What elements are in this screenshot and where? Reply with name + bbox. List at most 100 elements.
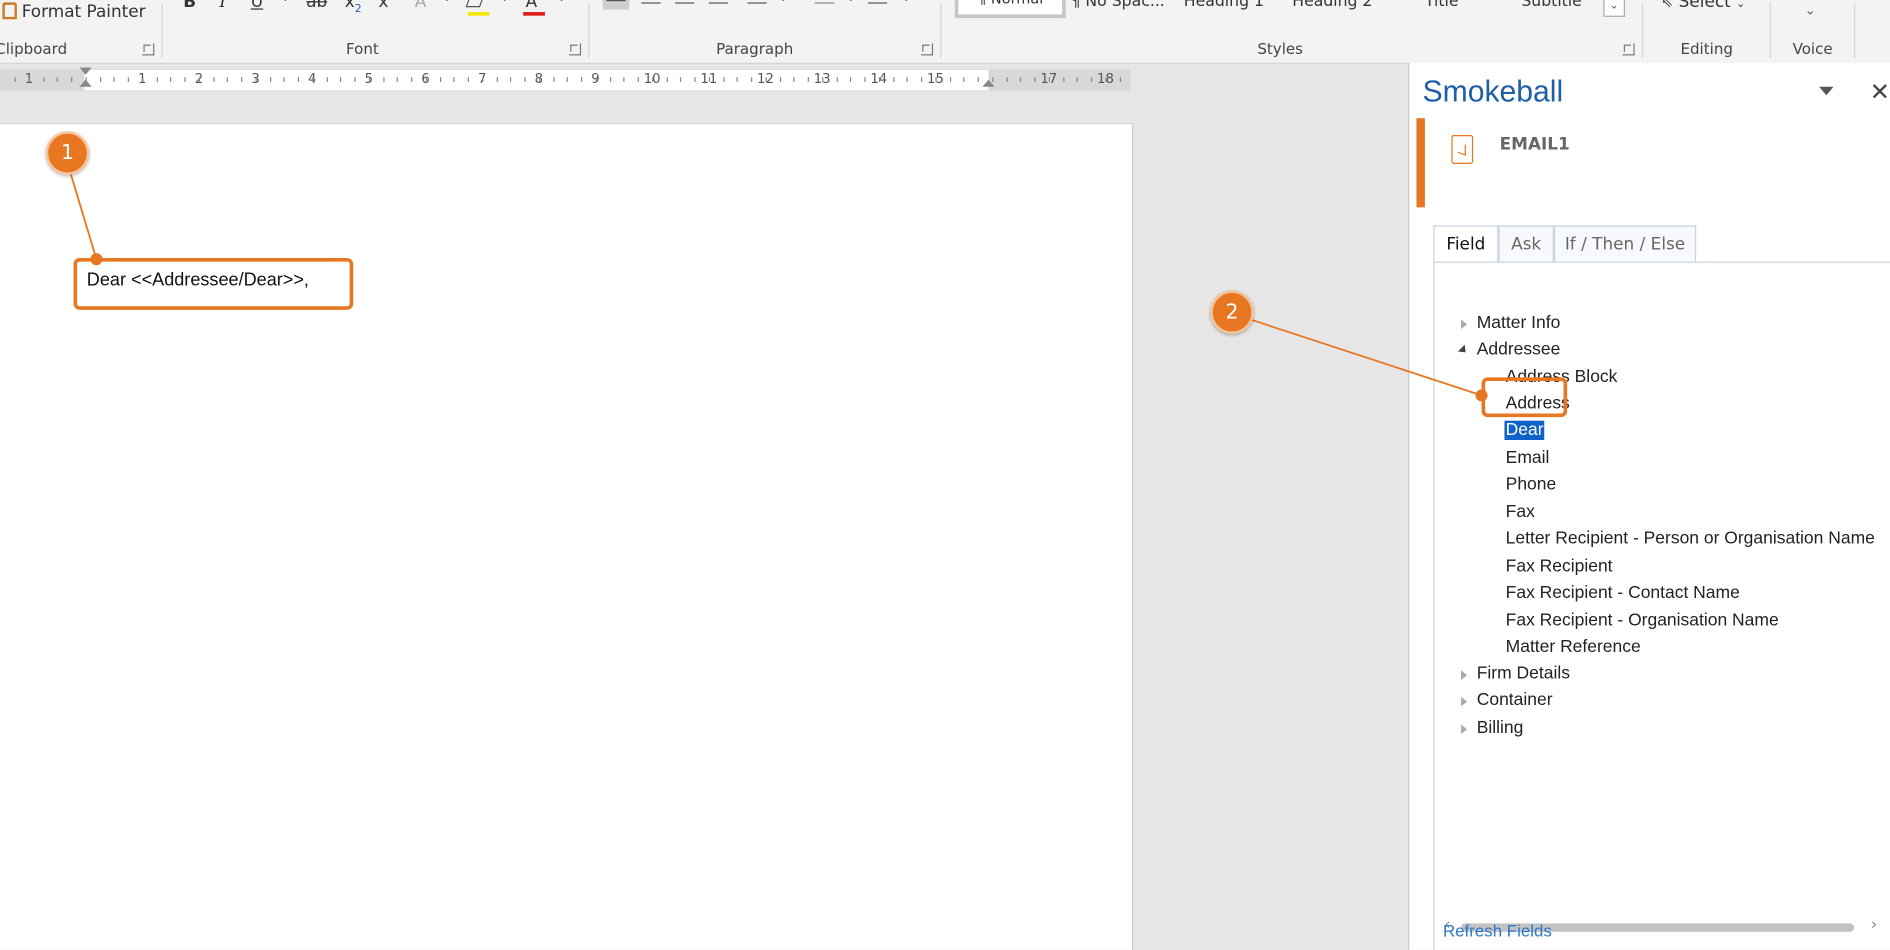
strikethrough-button[interactable]: ab xyxy=(306,0,327,12)
ruler-tick xyxy=(765,77,767,82)
align-left-button[interactable] xyxy=(602,0,630,10)
font-group-label: Font xyxy=(345,39,379,58)
ruler-tick xyxy=(184,77,186,82)
justify-button[interactable] xyxy=(708,0,729,10)
tree-item-matter-reference[interactable]: Matter Reference xyxy=(1506,638,1641,657)
callout-1-badge: 1 xyxy=(45,131,90,175)
pane-title: Smokeball xyxy=(1422,74,1564,109)
highlight-button[interactable] xyxy=(465,0,490,12)
right-indent-marker[interactable] xyxy=(982,79,995,87)
document-page[interactable] xyxy=(0,122,1134,950)
tree-item-email[interactable]: Email xyxy=(1506,448,1550,467)
ruler-tick xyxy=(1105,77,1107,82)
group-divider xyxy=(588,2,590,58)
expand-triangle-icon[interactable] xyxy=(1461,319,1468,330)
hanging-indent-marker[interactable] xyxy=(79,79,92,87)
text-effects-chevron-icon[interactable]: ⌄ xyxy=(442,0,451,5)
font-color-chevron-icon[interactable]: ⌄ xyxy=(557,0,566,5)
shading-chevron-icon[interactable]: ⌄ xyxy=(846,0,855,5)
ruler-tick xyxy=(56,77,59,82)
expand-triangle-icon[interactable] xyxy=(1461,696,1468,707)
ruler-tick xyxy=(326,77,328,82)
paragraph-group-label: Paragraph xyxy=(716,39,794,58)
tree-item-billing[interactable]: Billing xyxy=(1477,718,1524,737)
scroll-right-chevron-icon[interactable]: › xyxy=(1871,916,1877,934)
select-button[interactable]: ⇖ Select ⌄ xyxy=(1661,0,1745,12)
italic-button[interactable]: I xyxy=(219,0,226,12)
line-spacing-button[interactable] xyxy=(747,0,767,10)
pane-options-chevron-icon[interactable] xyxy=(1819,86,1834,96)
style-title[interactable]: Title xyxy=(1425,0,1459,14)
tree-item-matter-info[interactable]: Matter Info xyxy=(1477,313,1561,332)
ruler-tick xyxy=(481,77,484,82)
tree-item-fax-recipient-contact[interactable]: Fax Recipient - Contact Name xyxy=(1506,583,1740,602)
close-icon[interactable]: ✕ xyxy=(1870,77,1890,106)
ruler-tick xyxy=(467,77,469,82)
horizontal-ruler[interactable]: 11234567891011121314151718 xyxy=(0,67,1131,92)
style-subtitle[interactable]: Subtitle xyxy=(1521,0,1581,14)
align-right-button[interactable] xyxy=(675,0,695,10)
borders-chevron-icon[interactable]: ⌄ xyxy=(902,0,911,5)
shading-button[interactable] xyxy=(814,0,835,10)
tree-item-firm-details[interactable]: Firm Details xyxy=(1477,664,1570,683)
expand-triangle-icon[interactable] xyxy=(1461,670,1468,680)
style-normal[interactable]: ¶ Normal xyxy=(954,0,1066,19)
tree-item-fax-recipient[interactable]: Fax Recipient xyxy=(1506,557,1613,576)
tree-item-letter-recipient[interactable]: Letter Recipient - Person or Organisatio… xyxy=(1506,529,1875,548)
refresh-fields-link[interactable]: Refresh Fields xyxy=(1443,921,1552,940)
tab-ask[interactable]: Ask xyxy=(1498,225,1554,262)
borders-button[interactable] xyxy=(867,0,888,10)
tab-field[interactable]: Field xyxy=(1433,225,1499,262)
style-heading-2[interactable]: Heading 2 xyxy=(1292,0,1372,14)
style-no-spacing[interactable]: ¶ No Spac... xyxy=(1070,0,1164,14)
ruler-tick xyxy=(538,77,540,82)
ruler-tick xyxy=(453,77,455,82)
tree-item-phone[interactable]: Phone xyxy=(1506,475,1557,494)
subscript-button[interactable]: x2 xyxy=(345,0,362,15)
ruler-tick xyxy=(680,77,682,82)
select-chevron-icon: ⌄ xyxy=(1736,0,1746,11)
tab-if-then-else[interactable]: If / Then / Else xyxy=(1553,225,1697,262)
paragraph-dialog-launcher-icon[interactable] xyxy=(921,43,934,56)
align-center-button[interactable] xyxy=(641,0,661,10)
collapse-triangle-icon[interactable] xyxy=(1457,344,1470,356)
bold-button[interactable]: B xyxy=(183,0,196,12)
ruler-tick xyxy=(42,77,45,82)
clipboard-dialog-launcher-icon[interactable] xyxy=(142,43,155,56)
style-heading-1[interactable]: Heading 1 xyxy=(1184,0,1264,14)
tree-item-addressee[interactable]: Addressee xyxy=(1477,340,1561,359)
font-dialog-launcher-icon[interactable] xyxy=(568,43,582,56)
highlight-chevron-icon[interactable]: ⌄ xyxy=(500,0,509,5)
ruler-tick xyxy=(595,77,597,82)
ruler-tick xyxy=(807,77,809,82)
tree-item-fax-recipient-organisation[interactable]: Fax Recipient - Organisation Name xyxy=(1506,611,1779,630)
underline-dropdown-chevron-icon[interactable]: ⌄ xyxy=(281,0,290,5)
superscript-button[interactable]: x xyxy=(379,0,389,12)
ruler-tick xyxy=(921,77,923,82)
ruler-tick xyxy=(892,77,894,82)
styles-more-chevron-icon[interactable]: ⌄ xyxy=(1603,0,1626,17)
tree-item-container[interactable]: Container xyxy=(1477,691,1553,710)
ruler-tick xyxy=(864,77,866,82)
text-effects-button[interactable]: A xyxy=(415,0,427,12)
highlighter-icon xyxy=(465,0,485,8)
format-painter-button[interactable]: Format Painter xyxy=(2,2,146,22)
group-divider xyxy=(161,2,163,58)
line-spacing-chevron-icon[interactable]: ⌄ xyxy=(779,0,788,5)
styles-dialog-launcher-icon[interactable] xyxy=(1622,43,1635,56)
ruler-tick xyxy=(141,77,144,82)
underline-button[interactable]: U xyxy=(251,0,263,12)
ruler-tick xyxy=(836,77,838,82)
ruler-tick xyxy=(241,77,243,82)
group-divider xyxy=(1769,2,1771,58)
callout-1-anchor-dot xyxy=(90,253,103,266)
expand-triangle-icon[interactable] xyxy=(1461,724,1468,735)
voice-chevron-icon[interactable]: ⌄ xyxy=(1805,2,1816,18)
tree-item-fax[interactable]: Fax xyxy=(1506,503,1535,522)
tree-item-dear[interactable]: Dear xyxy=(1504,420,1545,441)
styles-group-label: Styles xyxy=(1257,39,1304,58)
select-button-label: Select xyxy=(1678,0,1731,13)
first-line-indent-marker[interactable] xyxy=(79,67,92,75)
ruler-tick xyxy=(212,77,214,82)
font-color-button[interactable]: A xyxy=(526,0,538,12)
